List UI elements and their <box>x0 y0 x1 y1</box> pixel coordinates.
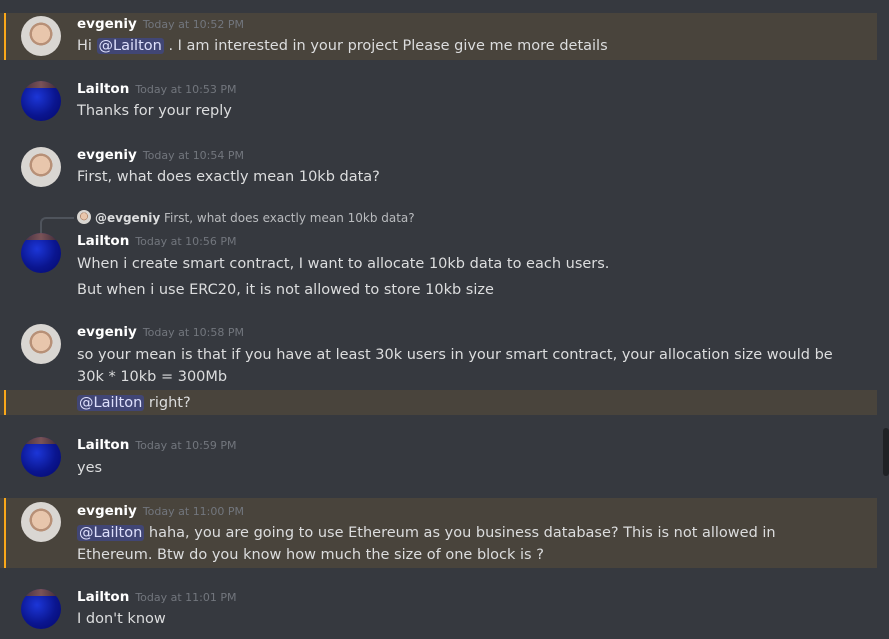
reply-author[interactable]: @evgeniy <box>95 211 160 225</box>
timestamp: Today at 10:53 PM <box>135 83 237 96</box>
message-row: Lailton Today at 10:53 PM Thanks for your… <box>0 78 877 126</box>
message-row: evgeniy Today at 11:00 PM @Lailton haha, … <box>0 498 877 568</box>
author-name[interactable]: Lailton <box>77 589 129 605</box>
avatar[interactable] <box>21 437 61 477</box>
message-text: Thanks for your reply <box>77 103 232 119</box>
author-name[interactable]: Lailton <box>77 437 129 453</box>
timestamp: Today at 10:56 PM <box>135 235 237 248</box>
message-prefix: Hi <box>77 38 92 54</box>
author-name[interactable]: Lailton <box>77 233 129 249</box>
message-row: Lailton Today at 11:01 PM I don't know <box>0 586 877 639</box>
message-text: I don't know <box>77 611 166 627</box>
message-text: yes <box>77 460 103 476</box>
timestamp: Today at 10:54 PM <box>142 149 245 162</box>
avatar[interactable] <box>21 147 61 187</box>
reply-avatar <box>77 210 91 224</box>
timestamp: Today at 10:59 PM <box>135 439 237 452</box>
avatar[interactable] <box>21 16 61 56</box>
avatar[interactable] <box>21 589 61 629</box>
message-row: evgeniy Today at 10:58 PM so your mean is… <box>0 321 877 389</box>
avatar[interactable] <box>21 502 61 542</box>
author-name[interactable]: evgeniy <box>77 147 137 163</box>
message-text: But when i use ERC20, it is not allowed … <box>77 282 494 298</box>
message-text: When i create smart contract, I want to … <box>77 256 610 272</box>
message-row: @Lailton right? <box>0 390 877 415</box>
message-row: Lailton Today at 10:56 PM When i create s… <box>0 230 877 302</box>
author-name[interactable]: evgeniy <box>77 324 137 340</box>
author-name[interactable]: evgeniy <box>77 503 137 519</box>
message-text: First, what does exactly mean 10kb data? <box>77 169 380 185</box>
message-body: . I am interested in your project Please… <box>168 38 608 54</box>
message-text: so your mean is that if you have at leas… <box>77 347 833 385</box>
timestamp: Today at 11:01 PM <box>135 591 237 604</box>
message-text: @Lailton right? <box>77 392 837 414</box>
user-mention[interactable]: @Lailton <box>77 395 145 411</box>
author-name[interactable]: evgeniy <box>77 16 137 32</box>
avatar[interactable] <box>21 81 61 121</box>
user-mention[interactable]: @Lailton <box>96 38 164 54</box>
scrollbar-thumb[interactable] <box>883 428 889 476</box>
timestamp: Today at 11:00 PM <box>142 505 245 518</box>
message-body: haha, you are going to use Ethereum as y… <box>77 525 776 563</box>
message-text: Hi @Lailton . I am interested in your pr… <box>77 35 837 57</box>
message-text: @Lailton haha, you are going to use Ethe… <box>77 522 837 566</box>
reply-preview[interactable]: @evgeniy First, what does exactly mean 1… <box>77 210 415 225</box>
message-row: evgeniy Today at 10:54 PM First, what doe… <box>0 144 877 192</box>
timestamp: Today at 10:52 PM <box>142 18 245 31</box>
reply-text: First, what does exactly mean 10kb data? <box>164 211 415 225</box>
timestamp: Today at 10:58 PM <box>142 326 245 339</box>
user-mention[interactable]: @Lailton <box>77 525 145 541</box>
avatar[interactable] <box>21 233 61 273</box>
avatar[interactable] <box>21 324 61 364</box>
message-row: Lailton Today at 10:59 PM yes <box>0 434 877 482</box>
message-row: evgeniy Today at 10:52 PM Hi @Lailton . I… <box>0 13 877 60</box>
author-name[interactable]: Lailton <box>77 81 129 97</box>
message-body: right? <box>148 395 191 411</box>
